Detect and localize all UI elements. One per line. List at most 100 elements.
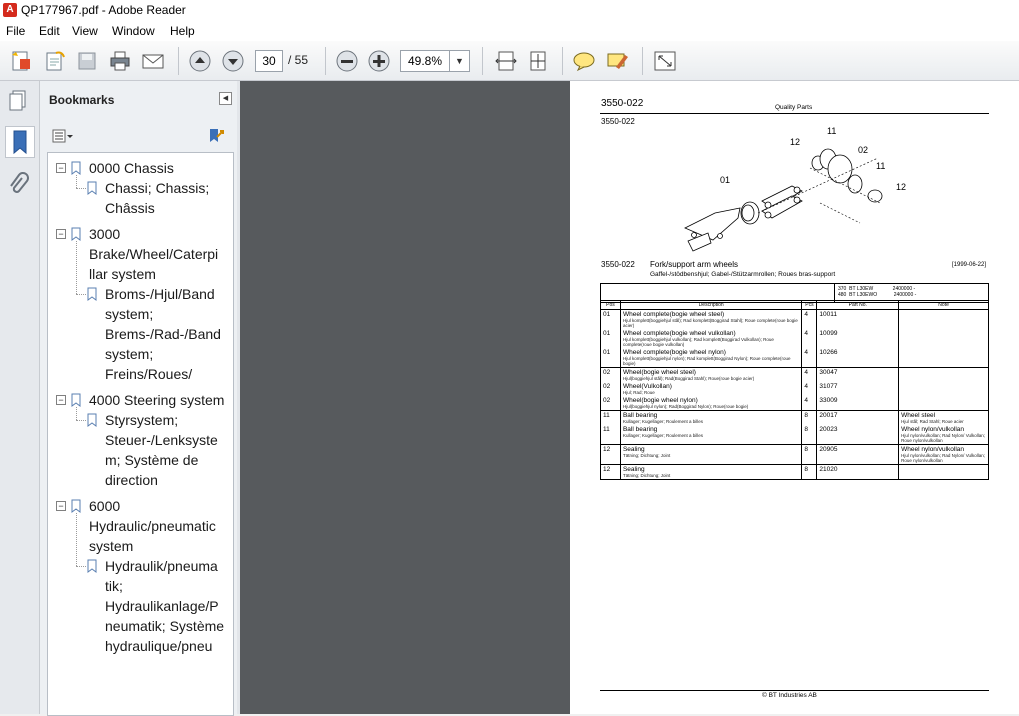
description-main: Wheel complete(bogie wheel steel)	[622, 311, 725, 318]
cell-pcs: 4	[801, 396, 818, 411]
bookmark-icon	[87, 559, 97, 573]
cell-pos: 02	[600, 382, 621, 396]
fit-page-button[interactable]	[525, 49, 551, 73]
bookmark-child-label[interactable]: Broms-/Hjul/Band	[105, 284, 215, 304]
toolbar: 30 / 55 49.8% ▼	[0, 41, 1019, 81]
bookmark-label[interactable]: 0000 Chassis	[89, 158, 174, 178]
bookmark-child-label[interactable]: tik;	[105, 576, 123, 596]
cell-pcs: 4	[801, 329, 818, 348]
table-row: 11 Ball bearing Kullager; Kugellager; Roul…	[600, 410, 989, 425]
col-header-note: Note	[898, 300, 989, 310]
cell-part-no: 21020	[816, 464, 900, 480]
email-button[interactable]	[140, 49, 166, 73]
navigation-strip	[0, 81, 40, 714]
bookmark-label[interactable]: Hydraulic/pneumatic	[89, 516, 216, 536]
fit-width-button[interactable]	[493, 49, 519, 73]
bookmark-label[interactable]: Brake/Wheel/Caterpi	[89, 244, 218, 264]
cell-note	[898, 396, 989, 411]
bookmark-label[interactable]: 3000	[89, 224, 120, 244]
description-main: Wheel complete(bogie wheel vulkollan)	[622, 330, 736, 337]
menu-help[interactable]: Help	[170, 24, 195, 38]
save-button[interactable]	[74, 49, 100, 73]
menu-file[interactable]: File	[6, 24, 25, 38]
bookmark-child-label[interactable]: m; Système de	[105, 450, 198, 470]
next-page-button[interactable]	[220, 49, 246, 73]
bookmark-label[interactable]: 6000	[89, 496, 120, 516]
footer-rule	[600, 690, 989, 691]
cell-part-no: 20017	[816, 410, 900, 425]
bookmark-child-label[interactable]: system;	[105, 344, 153, 364]
cell-pcs: 8	[801, 444, 818, 465]
cell-pcs: 4	[801, 367, 818, 382]
description-translations: Kullager; Kugellager; Roulement a billes	[622, 433, 704, 438]
zoom-dropdown-icon[interactable]: ▼	[449, 50, 470, 72]
bookmark-child-label[interactable]: Hydraulikanlage/P	[105, 596, 219, 616]
cell-pcs: 8	[801, 425, 818, 445]
bookmark-label[interactable]: system	[89, 536, 133, 556]
bookmark-child-label[interactable]: direction	[105, 470, 158, 490]
bookmark-child-label[interactable]: Hydraulik/pneuma	[105, 556, 218, 576]
menu-edit[interactable]: Edit	[39, 24, 60, 38]
bookmark-collapse-icon[interactable]: −	[56, 163, 66, 173]
cell-description: Wheel complete(bogie wheel nylon) Hjul ko…	[619, 348, 803, 368]
zoom-out-button[interactable]	[334, 49, 360, 73]
doc-header-right: Quality Parts	[775, 104, 813, 111]
cell-note	[898, 309, 989, 329]
bookmark-collapse-icon[interactable]: −	[56, 229, 66, 239]
menu-view[interactable]: View	[72, 24, 98, 38]
attachments-panel-button[interactable]	[5, 171, 33, 201]
callout-12-top: 12	[790, 137, 801, 147]
cell-description: Ball bearing Kullager; Kugellager; Roulem…	[619, 425, 803, 445]
bookmark-child-label[interactable]: Styrsystem;	[105, 410, 178, 430]
cell-pos: 01	[600, 348, 621, 368]
bookmark-child-label[interactable]: Freins/Roues/	[105, 364, 192, 384]
table-header-row: Pos Description Pcs Part No. Note	[600, 300, 989, 310]
description-main: Ball bearing	[622, 426, 658, 433]
note-main: Wheel nylon/vulkollan	[901, 446, 965, 453]
open-button[interactable]	[42, 49, 68, 73]
doc-footer: © BT Industries AB	[762, 692, 817, 699]
bookmark-child-label[interactable]: hydraulique/pneu	[105, 636, 212, 656]
bookmark-child-label[interactable]: Châssis	[105, 198, 155, 218]
bookmark-child-label[interactable]: system;	[105, 304, 153, 324]
zoom-input[interactable]: 49.8%	[400, 50, 449, 72]
comment-button[interactable]	[571, 49, 597, 73]
note-translations: Hjul nylon/vulkollan; Rad Nylon/ Vulkoll…	[901, 433, 986, 443]
bookmark-collapse-icon[interactable]: −	[56, 395, 66, 405]
menu-bar: File Edit View Window Help	[0, 21, 1019, 41]
table-row: 01 Wheel complete(bogie wheel nylon) Hjul …	[600, 348, 989, 368]
cell-pos: 12	[600, 464, 621, 480]
window-title: QP177967.pdf - Adobe Reader	[21, 3, 186, 17]
bookmark-label[interactable]: 4000 Steering system	[89, 390, 224, 410]
highlight-button[interactable]	[604, 49, 630, 73]
bookmark-child-label[interactable]: Brems-/Rad-/Band	[105, 324, 221, 344]
collapse-panel-icon[interactable]: ◀	[219, 92, 232, 105]
bookmark-child-label[interactable]: Chassi; Chassis;	[105, 178, 209, 198]
cell-pos: 12	[600, 444, 621, 465]
zoom-in-button[interactable]	[366, 49, 392, 73]
pages-panel-button[interactable]	[5, 85, 33, 115]
previous-page-button[interactable]	[187, 49, 213, 73]
table-row: 11 Ball bearing Kullager; Kugellager; Roul…	[600, 425, 989, 445]
full-screen-button[interactable]	[652, 49, 678, 73]
section-code: 3550-022	[601, 260, 635, 269]
description-translations: Hjul komplett(boggiehjul nylon); Rad kom…	[622, 356, 791, 366]
description-translations: Tätning; Dichtung; Joint	[622, 473, 671, 478]
page-number-input[interactable]: 30	[255, 50, 283, 72]
bookmark-icon	[71, 227, 81, 241]
cell-part-no: 30047	[816, 367, 900, 382]
cell-description: Wheel(bogie wheel steel) Hjul(boggiehjul …	[619, 367, 803, 382]
bookmark-child-label[interactable]: neumatik; Système	[105, 616, 224, 636]
create-pdf-button[interactable]	[8, 49, 34, 73]
menu-window[interactable]: Window	[112, 24, 155, 38]
expand-current-bookmark-icon[interactable]	[207, 127, 227, 145]
note-translations: Hjul stål; Rad Stahl; Roue acier	[901, 419, 964, 424]
bookmark-child-label[interactable]: Steuer-/Lenksyste	[105, 430, 218, 450]
bookmark-label[interactable]: llar system	[89, 264, 156, 284]
bookmarks-panel-button[interactable]	[5, 126, 35, 158]
table-row: 01 Wheel complete(bogie wheel steel) Hjul …	[600, 309, 989, 329]
bookmark-collapse-icon[interactable]: −	[56, 501, 66, 511]
print-button[interactable]	[107, 49, 133, 73]
bookmark-options-button[interactable]	[52, 129, 74, 144]
description-main: Wheel(bogie wheel steel)	[622, 369, 696, 376]
